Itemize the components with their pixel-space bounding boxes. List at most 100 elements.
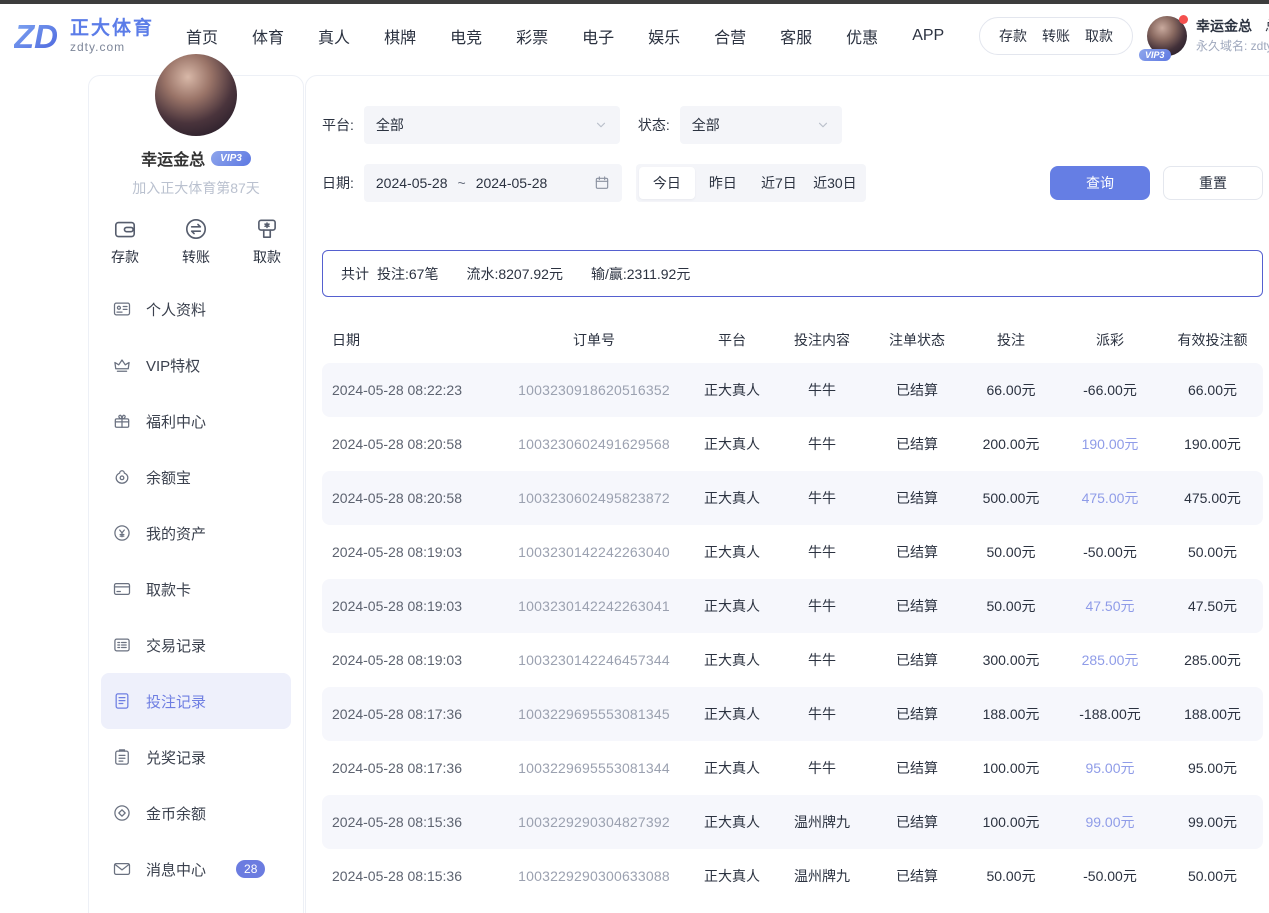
site-name: 正大体育 bbox=[70, 18, 154, 40]
nav-item[interactable]: 彩票 bbox=[516, 24, 548, 48]
transfer-icon bbox=[183, 216, 209, 242]
nav-item[interactable]: 客服 bbox=[780, 24, 812, 48]
reset-button[interactable]: 重置 bbox=[1163, 166, 1263, 200]
sidebar-menu-item[interactable]: 兑奖记录 bbox=[101, 729, 291, 785]
cell-date: 2024-05-28 08:19:03 bbox=[322, 544, 498, 560]
table-header: 日期 订单号 平台 投注内容 注单状态 投注 派彩 有效投注额 bbox=[322, 317, 1263, 363]
sidebar-menu: 个人资料 VIP特权 福利中心 余额宝 bbox=[89, 281, 303, 913]
cell-bet-content: 牛牛 bbox=[774, 434, 870, 454]
nav-item[interactable]: 体育 bbox=[252, 24, 284, 48]
user-name: 幸运金总 bbox=[1196, 18, 1252, 34]
filter-row-selects: 平台: 全部 状态: 全部 bbox=[322, 106, 1263, 144]
sidebar-menu-item[interactable]: 意见反馈 bbox=[101, 897, 291, 913]
content-panel: 平台: 全部 状态: 全部 日期: 2024-05-28 ~ 2024-05-2… bbox=[305, 75, 1269, 913]
nav-item[interactable]: 娱乐 bbox=[648, 24, 680, 48]
nav-item[interactable]: 真人 bbox=[318, 24, 350, 48]
cell-order-number: 1003230142242263040 bbox=[498, 544, 690, 560]
quick-action[interactable]: 转账 bbox=[182, 216, 210, 267]
nav-item[interactable]: 合营 bbox=[714, 24, 746, 48]
menu-item-label: 余额宝 bbox=[146, 467, 191, 488]
column-header-order: 订单号 bbox=[498, 330, 690, 350]
sidebar-menu-item[interactable]: 我的资产 bbox=[101, 505, 291, 561]
nav-item[interactable]: 棋牌 bbox=[384, 24, 416, 48]
user-name-suffix: 总 bbox=[1265, 18, 1269, 34]
table-row: 2024-05-28 08:19:03 1003230142246457344 … bbox=[322, 633, 1263, 687]
quick-action[interactable]: 取款 bbox=[253, 216, 281, 267]
nav-item[interactable]: 首页 bbox=[186, 24, 218, 48]
cell-bet-content: 牛牛 bbox=[774, 380, 870, 400]
table-row: 2024-05-28 08:17:36 1003229695553081344 … bbox=[322, 741, 1263, 795]
nav-item[interactable]: 电竞 bbox=[450, 24, 482, 48]
logo-mark-icon: ZD bbox=[14, 16, 62, 56]
user-menu[interactable]: VIP3 幸运金总总 永久域名: zdty bbox=[1147, 16, 1269, 56]
sidebar-menu-item[interactable]: 交易记录 bbox=[101, 617, 291, 673]
quick-action-label: 取款 bbox=[253, 247, 281, 267]
sidebar-menu-item[interactable]: 金币余额 bbox=[101, 785, 291, 841]
date-range-option[interactable]: 近30日 bbox=[807, 167, 863, 199]
menu-item-label: 福利中心 bbox=[146, 411, 206, 432]
table-row: 2024-05-28 08:20:58 1003230602491629568 … bbox=[322, 417, 1263, 471]
menu-item-label: 交易记录 bbox=[146, 635, 206, 656]
sidebar-menu-item[interactable]: 消息中心 28 bbox=[101, 841, 291, 897]
cell-status: 已结算 bbox=[870, 866, 964, 886]
cell-bet-content: 牛牛 bbox=[774, 488, 870, 508]
cell-bet-content: 牛牛 bbox=[774, 596, 870, 616]
cell-date: 2024-05-28 08:17:36 bbox=[322, 760, 498, 776]
date-range-option[interactable]: 昨日 bbox=[695, 167, 751, 199]
cell-order-number: 1003230142246457344 bbox=[498, 652, 690, 668]
column-header-payout: 派彩 bbox=[1058, 330, 1162, 350]
cell-valid-bet-amount: 190.00元 bbox=[1162, 434, 1263, 454]
cell-bet-amount: 300.00元 bbox=[964, 650, 1058, 670]
cell-platform: 正大真人 bbox=[690, 380, 774, 400]
cell-valid-bet-amount: 285.00元 bbox=[1162, 650, 1263, 670]
date-range-option[interactable]: 今日 bbox=[639, 167, 695, 199]
platform-filter-label: 平台: bbox=[322, 115, 354, 135]
nav-item[interactable]: 电子 bbox=[582, 24, 614, 48]
platform-select[interactable]: 全部 bbox=[364, 106, 620, 144]
profile-avatar bbox=[155, 54, 237, 136]
cell-valid-bet-amount: 188.00元 bbox=[1162, 704, 1263, 724]
cell-bet-amount: 188.00元 bbox=[964, 704, 1058, 724]
cell-payout: -50.00元 bbox=[1058, 542, 1162, 562]
joined-days-text: 加入正大体育第87天 bbox=[89, 178, 303, 198]
sidebar-menu-item[interactable]: 取款卡 bbox=[101, 561, 291, 617]
nav-item[interactable]: 优惠 bbox=[846, 24, 878, 48]
cell-payout: 47.50元 bbox=[1058, 596, 1162, 616]
main-nav: 首页 体育 真人 棋牌 电竞 彩票 电子 娱乐 合营 客服 优惠 APP bbox=[186, 24, 944, 48]
nav-item[interactable]: APP bbox=[912, 27, 944, 45]
sidebar-menu-item[interactable]: VIP特权 bbox=[101, 337, 291, 393]
menu-item-label: 个人资料 bbox=[146, 299, 206, 320]
cell-date: 2024-05-28 08:22:23 bbox=[322, 382, 498, 398]
user-avatar: VIP3 bbox=[1147, 16, 1187, 56]
summary-prefix: 共计 bbox=[341, 264, 369, 284]
menu-item-label: 金币余额 bbox=[146, 803, 206, 824]
date-range-option[interactable]: 近7日 bbox=[751, 167, 807, 199]
cell-platform: 正大真人 bbox=[690, 866, 774, 886]
quick-action[interactable]: 存款 bbox=[111, 216, 139, 267]
search-button[interactable]: 查询 bbox=[1050, 166, 1150, 200]
cell-date: 2024-05-28 08:20:58 bbox=[322, 436, 498, 452]
sidebar-menu-item[interactable]: 余额宝 bbox=[101, 449, 291, 505]
cell-valid-bet-amount: 95.00元 bbox=[1162, 758, 1263, 778]
cell-order-number: 1003230142242263041 bbox=[498, 598, 690, 614]
column-header-content: 投注内容 bbox=[774, 330, 870, 350]
wallet-action-button[interactable]: 转账 bbox=[1042, 26, 1070, 46]
sidebar-menu-item[interactable]: 个人资料 bbox=[101, 281, 291, 337]
menu-item-label: 消息中心 bbox=[146, 859, 206, 880]
wallet-action-button[interactable]: 存款 bbox=[999, 26, 1027, 46]
cell-date: 2024-05-28 08:20:58 bbox=[322, 490, 498, 506]
sidebar-menu-item[interactable]: 投注记录 bbox=[101, 673, 291, 729]
wallet-action-button[interactable]: 取款 bbox=[1085, 26, 1113, 46]
cell-status: 已结算 bbox=[870, 704, 964, 724]
sidebar-menu-item[interactable]: 福利中心 bbox=[101, 393, 291, 449]
cell-order-number: 1003229290304827392 bbox=[498, 814, 690, 830]
cell-platform: 正大真人 bbox=[690, 812, 774, 832]
cell-bet-amount: 50.00元 bbox=[964, 542, 1058, 562]
summary-winloss: 输/赢:2311.92元 bbox=[591, 264, 690, 284]
date-range-input[interactable]: 2024-05-28 ~ 2024-05-28 bbox=[364, 164, 622, 202]
bank-card-icon bbox=[112, 579, 132, 599]
cell-bet-content: 牛牛 bbox=[774, 704, 870, 724]
table-row: 2024-05-28 08:15:36 1003229290304827392 … bbox=[322, 795, 1263, 849]
status-select[interactable]: 全部 bbox=[680, 106, 842, 144]
site-logo[interactable]: ZD 正大体育 zdty.com bbox=[14, 16, 154, 56]
